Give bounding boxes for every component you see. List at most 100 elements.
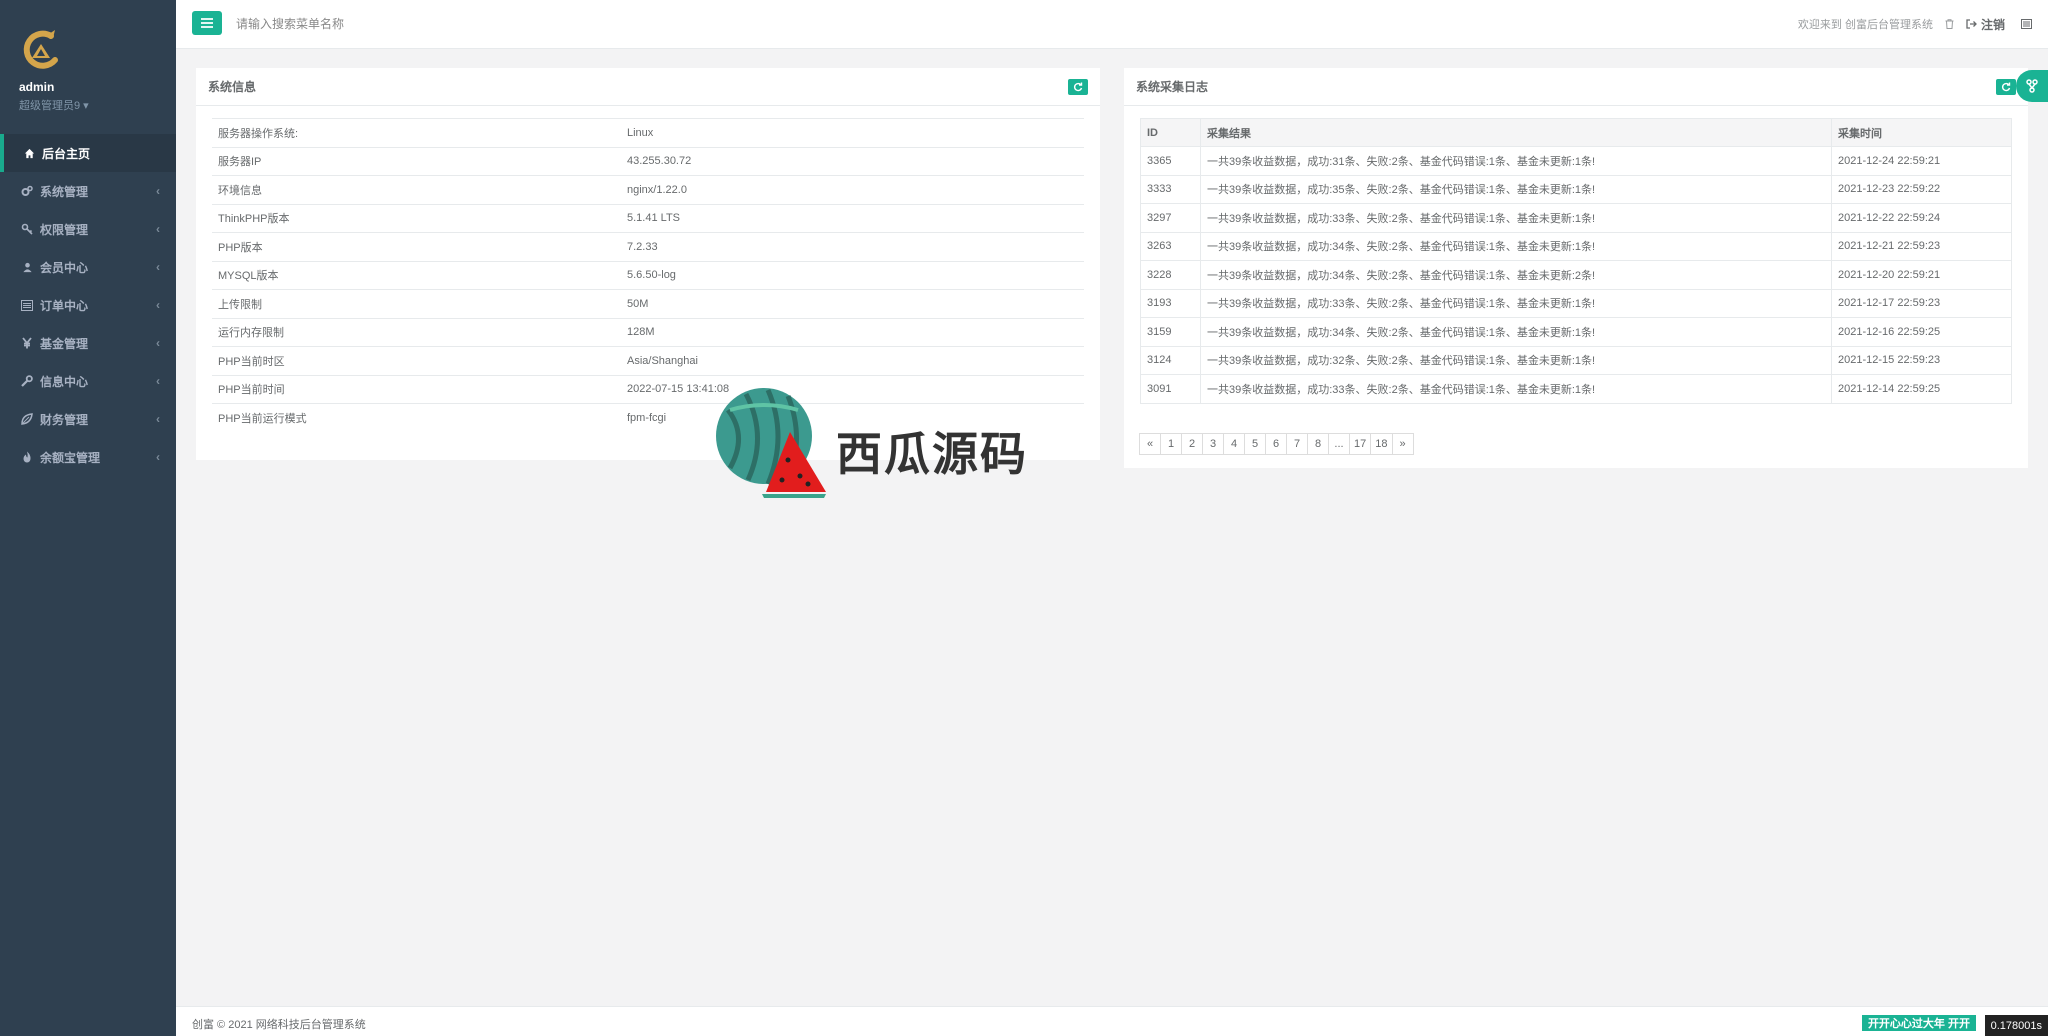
page-link[interactable]: « xyxy=(1139,433,1161,455)
info-value: Linux xyxy=(621,118,1084,147)
sidebar-item-label: 系统管理 xyxy=(40,184,89,199)
watermark: 西瓜源码 xyxy=(708,380,1028,500)
list-alt-icon xyxy=(20,298,34,312)
sidebar-item-finance[interactable]: 财务管理 ‹ xyxy=(0,400,176,438)
page-link[interactable]: 1 xyxy=(1160,433,1182,455)
info-value: Asia/Shanghai xyxy=(621,346,1084,375)
page-link[interactable]: 4 xyxy=(1223,433,1245,455)
menu-toggle-button[interactable] xyxy=(192,11,222,35)
info-label: PHP当前运行模式 xyxy=(212,403,621,432)
collect-log-table: ID 采集结果 采集时间 3365 一共39条收益数据，成功:31条、失败:2条、… xyxy=(1140,118,2012,404)
table-header-row: ID 采集结果 采集时间 xyxy=(1140,118,2012,147)
info-label: 上传限制 xyxy=(212,289,621,318)
search-input[interactable] xyxy=(236,12,536,36)
log-id: 3228 xyxy=(1140,260,1201,290)
logo-icon xyxy=(23,30,58,69)
table-row: 3263 一共39条收益数据，成功:34条、失败:2条、基金代码错误:1条、基金未… xyxy=(1140,232,2012,261)
copyright-text: 创富 © 2021 网络科技后台管理系统 xyxy=(192,1019,366,1031)
table-row: 3124 一共39条收益数据，成功:32条、失败:2条、基金代码错误:1条、基金未… xyxy=(1140,346,2012,375)
info-value: 5.6.50-log xyxy=(621,260,1084,290)
yen-icon xyxy=(20,336,34,350)
sidebar-nav: 后台主页 系统管理 ‹ 权限管理 ‹ 会员中心 ‹ 订单中心 ‹ 基金管理 ‹ … xyxy=(0,134,176,476)
home-icon xyxy=(22,146,36,160)
welcome-text: 欢迎来到 创富后台管理系统 xyxy=(1797,19,1933,31)
page-link[interactable]: » xyxy=(1391,433,1414,455)
sidebar-item-system[interactable]: 系统管理 ‹ xyxy=(0,172,176,210)
chevron-left-icon: ‹ xyxy=(156,412,160,426)
log-time: 2021-12-22 22:59:24 xyxy=(1831,203,2012,233)
page-link[interactable]: 17 xyxy=(1349,433,1372,455)
page-link[interactable]: 8 xyxy=(1307,433,1329,455)
panel-title: 系统信息 xyxy=(208,80,257,94)
table-row: 服务器操作系统: Linux xyxy=(212,118,1084,147)
panel-title: 系统采集日志 xyxy=(1136,80,1209,94)
info-value: 50M xyxy=(621,289,1084,318)
sitemap-icon xyxy=(2026,79,2038,93)
page-link[interactable]: 7 xyxy=(1286,433,1308,455)
info-label: 运行内存限制 xyxy=(212,317,621,347)
sidebar: admin 超级管理员9 ▾ 后台主页 系统管理 ‹ 权限管理 ‹ 会员中心 ‹… xyxy=(0,0,176,1036)
table-row: 3365 一共39条收益数据，成功:31条、失败:2条、基金代码错误:1条、基金未… xyxy=(1140,146,2012,176)
log-time: 2021-12-17 22:59:23 xyxy=(1831,289,2012,318)
tasks-icon[interactable] xyxy=(2021,19,2032,29)
log-id: 3193 xyxy=(1140,289,1201,318)
log-id: 3091 xyxy=(1140,374,1201,404)
table-row: 3333 一共39条收益数据，成功:35条、失败:2条、基金代码错误:1条、基金未… xyxy=(1140,175,2012,204)
chevron-left-icon: ‹ xyxy=(156,222,160,236)
table-row: 上传限制 50M xyxy=(212,289,1084,318)
profile-name[interactable]: admin xyxy=(19,80,176,94)
table-row: PHP当前时区 Asia/Shanghai xyxy=(212,346,1084,375)
log-result: 一共39条收益数据，成功:34条、失败:2条、基金代码错误:1条、基金未更新:1… xyxy=(1200,232,1832,261)
sign-out-icon xyxy=(1966,19,1977,29)
info-label: PHP当前时区 xyxy=(212,346,621,375)
log-time: 2021-12-21 22:59:23 xyxy=(1831,232,2012,261)
user-icon xyxy=(20,260,34,274)
sidebar-item-funds[interactable]: 基金管理 ‹ xyxy=(0,324,176,362)
log-time: 2021-12-20 22:59:21 xyxy=(1831,260,2012,290)
sidebar-item-label: 订单中心 xyxy=(40,298,89,313)
fire-icon xyxy=(20,450,34,464)
bars-icon xyxy=(201,18,213,28)
info-label: 环境信息 xyxy=(212,175,621,204)
refresh-button[interactable] xyxy=(1068,79,1088,95)
panel-header: 系统信息 xyxy=(196,68,1100,106)
footer: 创富 © 2021 网络科技后台管理系统 开开心心过大年 开开 0.178001… xyxy=(176,1006,2048,1036)
chevron-left-icon: ‹ xyxy=(156,298,160,312)
page-link[interactable]: 6 xyxy=(1265,433,1287,455)
profile: admin 超级管理员9 ▾ xyxy=(0,0,176,134)
log-time: 2021-12-14 22:59:25 xyxy=(1831,374,2012,404)
sidebar-item-info[interactable]: 信息中心 ‹ xyxy=(0,362,176,400)
info-label: 服务器IP xyxy=(212,146,621,176)
sidebar-item-label: 信息中心 xyxy=(40,374,89,389)
column-header-id[interactable]: ID xyxy=(1140,118,1201,147)
column-header-time[interactable]: 采集时间 xyxy=(1831,118,2012,147)
profile-role-dropdown[interactable]: 超级管理员9 ▾ xyxy=(19,97,176,113)
log-result: 一共39条收益数据，成功:34条、失败:2条、基金代码错误:1条、基金未更新:2… xyxy=(1200,260,1832,290)
cogs-icon xyxy=(20,184,34,198)
sidebar-item-home[interactable]: 后台主页 xyxy=(0,134,176,172)
sidebar-item-permissions[interactable]: 权限管理 ‹ xyxy=(0,210,176,248)
page-link[interactable]: 2 xyxy=(1181,433,1203,455)
column-header-result[interactable]: 采集结果 xyxy=(1200,118,1832,147)
page-link[interactable]: 3 xyxy=(1202,433,1224,455)
log-id: 3365 xyxy=(1140,146,1201,176)
sidebar-item-members[interactable]: 会员中心 ‹ xyxy=(0,248,176,286)
refresh-button[interactable] xyxy=(1996,79,2016,95)
log-result: 一共39条收益数据，成功:33条、失败:2条、基金代码错误:1条、基金未更新:1… xyxy=(1200,289,1832,318)
page-link[interactable]: 18 xyxy=(1370,433,1393,455)
page-link[interactable]: ... xyxy=(1328,433,1350,455)
logout-link[interactable]: 注销 xyxy=(1966,16,2005,33)
info-value: 7.2.33 xyxy=(621,232,1084,261)
info-label: PHP当前时间 xyxy=(212,374,621,404)
page-link[interactable]: 5 xyxy=(1244,433,1266,455)
collect-log-panel: 系统采集日志 ID 采集结果 采集时间 3365 一共39条收益数据，成功:31条… xyxy=(1124,68,2028,468)
sidebar-item-balance[interactable]: 余额宝管理 ‹ xyxy=(0,438,176,476)
leaf-icon xyxy=(20,412,34,426)
theme-settings-button[interactable] xyxy=(2016,70,2048,102)
trash-icon[interactable] xyxy=(1945,19,1954,29)
info-label: PHP版本 xyxy=(212,232,621,261)
info-label: MYSQL版本 xyxy=(212,260,621,290)
log-id: 3333 xyxy=(1140,175,1201,204)
pagination: «1 2 3 4 5 6 7 8... 17 18» xyxy=(1139,433,1414,455)
sidebar-item-orders[interactable]: 订单中心 ‹ xyxy=(0,286,176,324)
